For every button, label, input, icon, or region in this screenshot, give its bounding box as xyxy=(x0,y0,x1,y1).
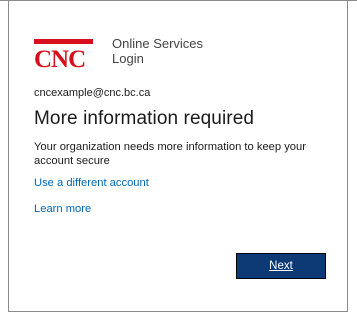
cnc-logo: CNC xyxy=(34,36,94,72)
service-line-1: Online Services xyxy=(112,36,204,51)
use-different-account-link[interactable]: Use a different account xyxy=(34,177,334,189)
next-button[interactable]: Next xyxy=(236,253,326,279)
service-name: Online Services Login xyxy=(112,36,203,66)
learn-more-link[interactable]: Learn more xyxy=(34,203,334,215)
account-email: cncexample@cnc.bc.ca xyxy=(34,87,151,99)
logo-text: CNC xyxy=(34,46,86,73)
dialog-content: CNC Online Services Login cncexample@cnc… xyxy=(34,36,334,215)
page-title: More information required xyxy=(34,108,255,129)
description-text: Your organization needs more information… xyxy=(34,141,306,167)
header: CNC Online Services Login xyxy=(34,36,334,72)
logo-bar xyxy=(34,39,93,44)
service-line-2: Login xyxy=(112,51,144,66)
